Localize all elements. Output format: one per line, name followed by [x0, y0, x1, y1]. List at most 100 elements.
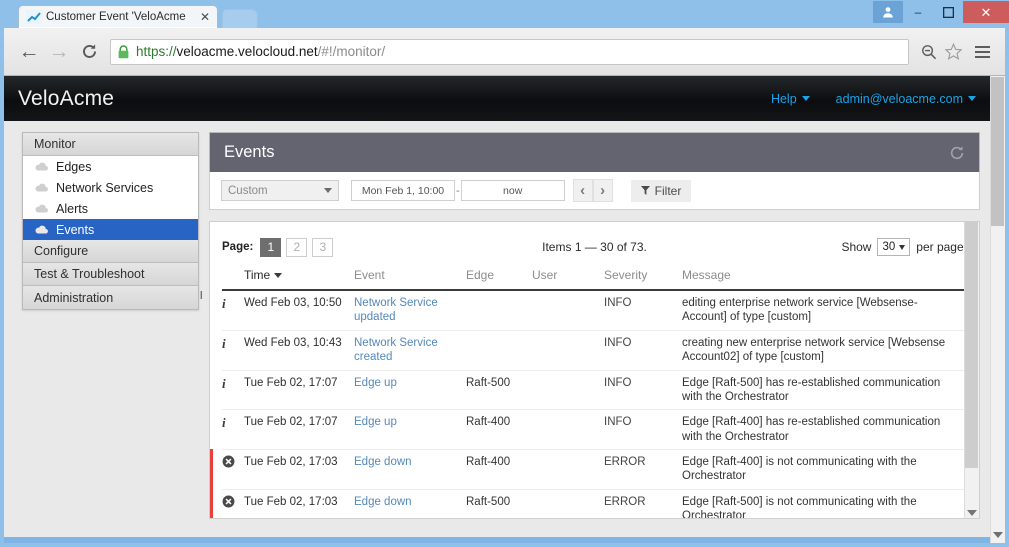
cell-edge: Raft-500 [466, 489, 532, 518]
minimize-button[interactable]: – [903, 1, 933, 23]
cell-user [532, 409, 604, 450]
sidebar-item-edges[interactable]: Edges [23, 156, 198, 177]
page-scroll-down-icon[interactable] [993, 532, 1003, 538]
cell-event[interactable]: Edge up [354, 370, 466, 411]
star-icon[interactable] [941, 39, 965, 65]
chevron-down-icon [801, 96, 810, 101]
cell-event[interactable]: Network Service updated [354, 290, 466, 331]
cell-event[interactable]: Edge down [354, 449, 466, 490]
close-window-button[interactable]: ✕ [963, 1, 1009, 23]
maximize-button[interactable] [933, 1, 963, 23]
sidebar-group-configure[interactable]: Configure [23, 240, 198, 263]
table-row[interactable]: i Tue Feb 02, 17:07 Edge up Raft-500 INFO Edg… [222, 370, 967, 411]
date-to-input[interactable]: now [460, 180, 565, 201]
event-link[interactable]: Edge down [354, 456, 412, 468]
table-scrollbar[interactable] [964, 222, 979, 518]
error-icon [210, 488, 244, 518]
sidebar-item-network-services[interactable]: Network Services [23, 177, 198, 198]
cell-event[interactable]: Network Service created [354, 330, 466, 371]
back-button[interactable]: ← [14, 37, 44, 67]
cell-user [532, 370, 604, 411]
table-row[interactable]: i Wed Feb 03, 10:43 Network Service create… [222, 330, 967, 371]
hamburger-menu-icon[interactable] [969, 39, 995, 65]
account-menu[interactable]: admin@veloacme.com [836, 92, 976, 106]
filter-toolbar: Custom Mon Feb 1, 10:00 - now ‹ › Filter [209, 172, 980, 210]
event-link[interactable]: Network Service created [354, 337, 438, 363]
page-scrollbar[interactable] [990, 76, 1005, 543]
info-icon: i [222, 370, 244, 411]
sidebar-group-monitor[interactable]: Monitor [23, 133, 198, 156]
zoom-out-icon[interactable] [917, 39, 941, 65]
sidebar-item-label: Edges [56, 159, 92, 174]
date-from-input[interactable]: Mon Feb 1, 10:00 [351, 180, 455, 201]
range-prev-button[interactable]: ‹ [572, 179, 593, 202]
cell-time: Tue Feb 02, 17:03 [244, 489, 354, 518]
items-count-label: Items 1 — 30 of 73. [542, 240, 647, 254]
browser-tab[interactable]: Customer Event 'VeloAcme ✕ [18, 5, 218, 28]
url-text: https://veloacme.velocloud.net/#!/monito… [136, 44, 385, 59]
range-next-button[interactable]: › [592, 179, 613, 202]
table-row[interactable]: i Tue Feb 02, 17:07 Edge up Raft-400 INFO Edg… [222, 409, 967, 450]
event-link[interactable]: Edge up [354, 416, 397, 428]
cell-message: editing enterprise network service [Webs… [682, 290, 967, 331]
header-actions: Help admin@veloacme.com [771, 92, 976, 106]
cell-event[interactable]: Edge down [354, 489, 466, 518]
per-page-label: per page. [916, 240, 967, 254]
page-size-control: Show 30 per page. [841, 238, 967, 256]
sidebar-item-events[interactable]: Events [23, 219, 198, 240]
filter-button[interactable]: Filter [630, 179, 692, 202]
page-button-2[interactable]: 2 [286, 237, 308, 257]
scroll-down-icon[interactable] [967, 510, 977, 516]
page-scrollbar-thumb[interactable] [991, 77, 1004, 226]
cell-event[interactable]: Edge up [354, 409, 466, 450]
event-link[interactable]: Edge up [354, 377, 397, 389]
sidebar-group-administration[interactable]: Administration [23, 286, 198, 309]
event-link[interactable]: Edge down [354, 496, 412, 508]
close-icon[interactable]: ✕ [197, 10, 213, 24]
url-host: veloacme.velocloud.net [176, 44, 318, 59]
page-label: Page: [222, 241, 254, 253]
page-button-1[interactable]: 1 [260, 237, 282, 257]
table-scrollbar-thumb[interactable] [965, 222, 978, 468]
column-edge[interactable]: Edge [466, 262, 532, 291]
column-severity[interactable]: Severity [604, 262, 682, 291]
cell-edge: Raft-400 [466, 449, 532, 490]
new-tab-button[interactable] [221, 9, 259, 28]
cell-message: Edge [Raft-500] is not communicating wit… [682, 489, 967, 518]
table-row[interactable]: Tue Feb 02, 17:03 Edge down Raft-400 ERROR E… [210, 448, 967, 490]
cell-edge: Raft-400 [466, 409, 532, 450]
sidebar-item-alerts[interactable]: Alerts [23, 198, 198, 219]
help-menu[interactable]: Help [771, 92, 810, 106]
cell-severity: ERROR [604, 489, 682, 518]
page-selector: Page: 1 2 3 [222, 237, 334, 257]
sidebar-item-label: Events [56, 222, 95, 237]
table-row[interactable]: Tue Feb 02, 17:03 Edge down Raft-500 ERROR E… [210, 488, 967, 518]
page-size-select[interactable]: 30 [877, 238, 911, 256]
show-label: Show [841, 240, 872, 254]
cloud-icon [35, 225, 48, 234]
web-page: VeloAcme Help admin@veloacme.com Monitor [4, 76, 990, 543]
address-bar[interactable]: https://veloacme.velocloud.net/#!/monito… [110, 38, 909, 65]
table-row[interactable]: i Wed Feb 03, 10:50 Network Service update… [222, 290, 967, 331]
window-controls: – ✕ [873, 0, 1009, 28]
column-user[interactable]: User [532, 262, 604, 291]
cell-time: Tue Feb 02, 17:07 [244, 409, 354, 450]
cloud-icon [35, 183, 48, 192]
range-preset-select[interactable]: Custom [221, 180, 339, 201]
cell-edge [466, 330, 532, 371]
sidebar-group-test-troubleshoot[interactable]: Test & Troubleshoot [23, 263, 198, 286]
column-message[interactable]: Message [682, 262, 967, 291]
page-button-3[interactable]: 3 [312, 237, 334, 257]
filter-label: Filter [654, 183, 682, 198]
page-body: Monitor Edges Network Services Alerts Ev… [4, 121, 990, 543]
cell-severity: ERROR [604, 449, 682, 490]
column-time[interactable]: Time [244, 262, 354, 291]
column-event[interactable]: Event [354, 262, 466, 291]
events-table-card: Page: 1 2 3 Items 1 — 30 of 73. Show 30 [209, 221, 980, 519]
reload-button[interactable] [74, 37, 104, 67]
refresh-icon[interactable] [949, 145, 965, 161]
user-icon[interactable] [873, 1, 903, 23]
error-icon [210, 448, 244, 490]
funnel-icon [640, 186, 650, 195]
event-link[interactable]: Network Service updated [354, 297, 438, 323]
